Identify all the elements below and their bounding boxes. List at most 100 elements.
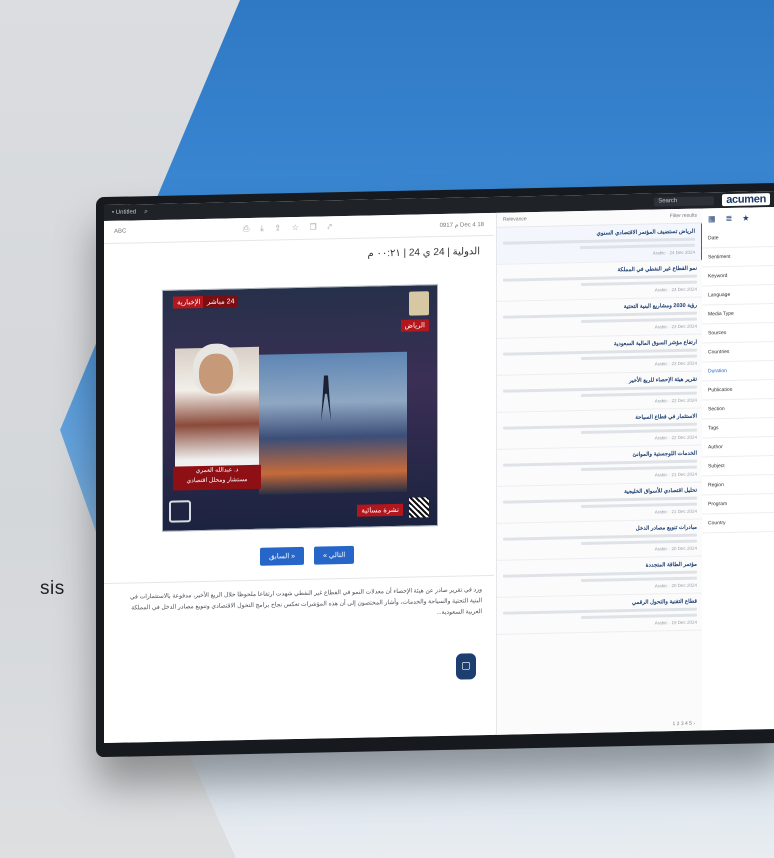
result-snippet-line [580, 354, 697, 361]
filter-icon-row: ▦ ≣ ★ [702, 207, 774, 230]
filter-results-dropdown[interactable]: Filter results [670, 213, 697, 220]
result-title[interactable]: رؤية 2030 ومشاريع البنية التحتية [503, 303, 697, 313]
toolbar-icons: ⎙ ⤓ ⇪ ☆ ❐ ⤤ [234, 222, 332, 234]
result-snippet-line [580, 280, 697, 287]
download-icon[interactable]: ⤓ [260, 224, 264, 233]
result-meta: Arabic · 21 Dec 2024 [654, 508, 697, 515]
filter-item[interactable]: Tags [702, 417, 774, 439]
result-item[interactable]: ارتفاع مؤشر السوق المالية السعودية Arabic… [497, 334, 703, 376]
filter-item[interactable]: Sentiment [702, 246, 774, 268]
city-image [259, 351, 407, 495]
result-snippet-line [580, 428, 697, 435]
result-meta: Arabic · 24 Dec 2024 [652, 249, 695, 256]
fullscreen-icon[interactable] [169, 500, 191, 523]
filter-item[interactable]: Language [702, 284, 774, 306]
copy-icon[interactable]: ❐ [310, 223, 317, 232]
article-timestamp: م 0917 Dec 4 18 [439, 221, 484, 229]
result-title[interactable]: نمو القطاع غير النفطي في المملكة [503, 266, 697, 276]
result-title[interactable]: الخدمات اللوجستية والموانئ [503, 451, 697, 461]
result-title[interactable]: قطاع التقنية والتحول الرقمي [503, 599, 697, 609]
result-snippet-line [580, 613, 697, 620]
result-meta: Arabic · 21 Dec 2024 [654, 471, 697, 478]
pagination[interactable]: 1 2 3 4 5 › [672, 721, 695, 727]
browser-tab[interactable]: • Untitled [112, 209, 136, 216]
filter-item[interactable]: Subject [702, 455, 774, 477]
filter-item[interactable]: Countries [702, 341, 774, 363]
result-meta: Arabic · 22 Dec 2024 [654, 434, 697, 441]
city-tag: الرياض [400, 319, 429, 332]
result-snippet-line [580, 539, 697, 546]
result-title[interactable]: تقرير هيئة الإحصاء للربع الأخير [503, 377, 697, 387]
search-icon[interactable]: ⌕ [144, 208, 148, 216]
chat-icon[interactable]: ▢ [456, 653, 476, 680]
channel-tag: الإخبارية [173, 295, 205, 309]
filter-item[interactable]: Section [702, 398, 774, 420]
presenter-caption: د. عبدالله العمري مستشار ومحلل اقتصادي [173, 464, 261, 491]
result-item[interactable]: قطاع التقنية والتحول الرقمي Arabic · 19 D… [497, 593, 703, 635]
filter-item[interactable]: Country [702, 512, 774, 534]
presenter-title: مستشار ومحلل اقتصادي [186, 477, 248, 485]
filter-item[interactable]: Media Type [702, 303, 774, 325]
result-title[interactable]: مؤتمر الطاقة المتجددة [503, 562, 697, 572]
result-meta: Arabic · 22 Dec 2024 [654, 397, 697, 404]
print-icon[interactable]: ⎙ [243, 224, 249, 233]
filter-item[interactable]: Keyword [702, 265, 774, 287]
result-title[interactable]: الاستثمار في قطاع السياحة [503, 414, 697, 424]
result-item[interactable]: تحليل اقتصادي للأسواق الخليجية Arabic · 2… [497, 482, 703, 524]
result-items: الرياض تستضيف المؤتمر الاقتصادي السنوي Ar… [497, 223, 703, 635]
kingdom-tower-shape [321, 375, 331, 421]
result-meta: Arabic · 19 Dec 2024 [654, 619, 697, 626]
previous-button[interactable]: « السابق [260, 546, 305, 566]
presenter-head [199, 353, 233, 395]
list-icon[interactable]: ≣ [726, 214, 733, 223]
result-meta: Arabic · 23 Dec 2024 [654, 323, 697, 330]
result-meta: Arabic · 24 Dec 2024 [654, 286, 697, 293]
ticker-tag: نشرة مسائية [357, 503, 403, 517]
filter-item[interactable]: Region [702, 474, 774, 496]
result-item[interactable]: رؤية 2030 ومشاريع البنية التحتية Arabic ·… [497, 297, 703, 339]
toolbar-text-button[interactable]: ABC [114, 229, 126, 235]
result-title[interactable]: ارتفاع مؤشر السوق المالية السعودية [503, 340, 697, 350]
filter-item[interactable]: Duration [702, 360, 774, 382]
star-icon[interactable]: ☆ [292, 223, 299, 232]
result-title[interactable]: مبادرات تنويع مصادر الدخل [503, 525, 697, 535]
result-snippet-line [580, 502, 697, 509]
filter-sidebar: ▦ ≣ ★ Date Sentiment Keyword Language Media … [702, 206, 774, 731]
result-title[interactable]: تحليل اقتصادي للأسواق الخليجية [503, 488, 697, 498]
filter-items: Date Sentiment Keyword Language Media Type So… [702, 227, 774, 534]
result-item[interactable]: مؤتمر الطاقة المتجددة Arabic · 20 Dec 202… [497, 556, 703, 598]
result-item[interactable]: تقرير هيئة الإحصاء للربع الأخير Arabic · … [497, 371, 703, 413]
result-item[interactable]: الخدمات اللوجستية والموانئ Arabic · 21 De… [497, 445, 703, 487]
result-snippet-line [580, 465, 697, 472]
result-snippet-line [579, 243, 695, 250]
star-filter-icon[interactable]: ★ [742, 214, 749, 223]
grid-icon[interactable]: ▦ [708, 214, 716, 223]
app-screen: • Untitled ⌕ Search acumen ABC ⎙ ⤓ ⇪ ☆ ❐… [104, 190, 774, 744]
share-icon[interactable]: ⇪ [274, 223, 281, 232]
results-list: Relevance Filter results الرياض تستضيف ا… [496, 208, 704, 735]
result-meta: Arabic · 23 Dec 2024 [654, 360, 697, 367]
result-snippet-line [580, 317, 697, 324]
result-item[interactable]: نمو القطاع غير النفطي في المملكة Arabic ·… [497, 260, 703, 302]
result-item[interactable]: الرياض تستضيف المؤتمر الاقتصادي السنوي Ar… [497, 223, 703, 265]
filter-item[interactable]: Publication [702, 379, 774, 401]
app-logo: acumen [722, 193, 770, 207]
filter-item[interactable]: Date [702, 227, 774, 249]
filter-item[interactable]: Author [702, 436, 774, 458]
article-body: ورد في تقرير صادر عن هيئة الإحصاء أن معد… [130, 587, 482, 617]
next-button[interactable]: التالي » [314, 545, 355, 565]
search-input[interactable]: Search [654, 195, 715, 207]
filter-item[interactable]: Sources [702, 322, 774, 344]
result-title[interactable]: الرياض تستضيف المؤتمر الاقتصادي السنوي [503, 229, 695, 239]
filter-item[interactable]: Program [702, 493, 774, 515]
link-icon[interactable]: ⤤ [327, 222, 332, 231]
result-snippet-line [580, 391, 697, 398]
result-item[interactable]: الاستثمار في قطاع السياحة Arabic · 22 Dec… [497, 408, 703, 450]
result-meta: Arabic · 20 Dec 2024 [654, 545, 697, 552]
sort-dropdown[interactable]: Relevance [503, 216, 527, 222]
result-item[interactable]: مبادرات تنويع مصادر الدخل Arabic · 20 Dec… [497, 519, 703, 561]
divider [104, 574, 494, 585]
monitor-frame: • Untitled ⌕ Search acumen ABC ⎙ ⤓ ⇪ ☆ ❐… [96, 182, 774, 758]
video-player[interactable]: الإخبارية 24 مباشر الرياض د. عبدالله الع… [162, 284, 438, 532]
article-navigation: « السابق التالي » [260, 545, 355, 566]
